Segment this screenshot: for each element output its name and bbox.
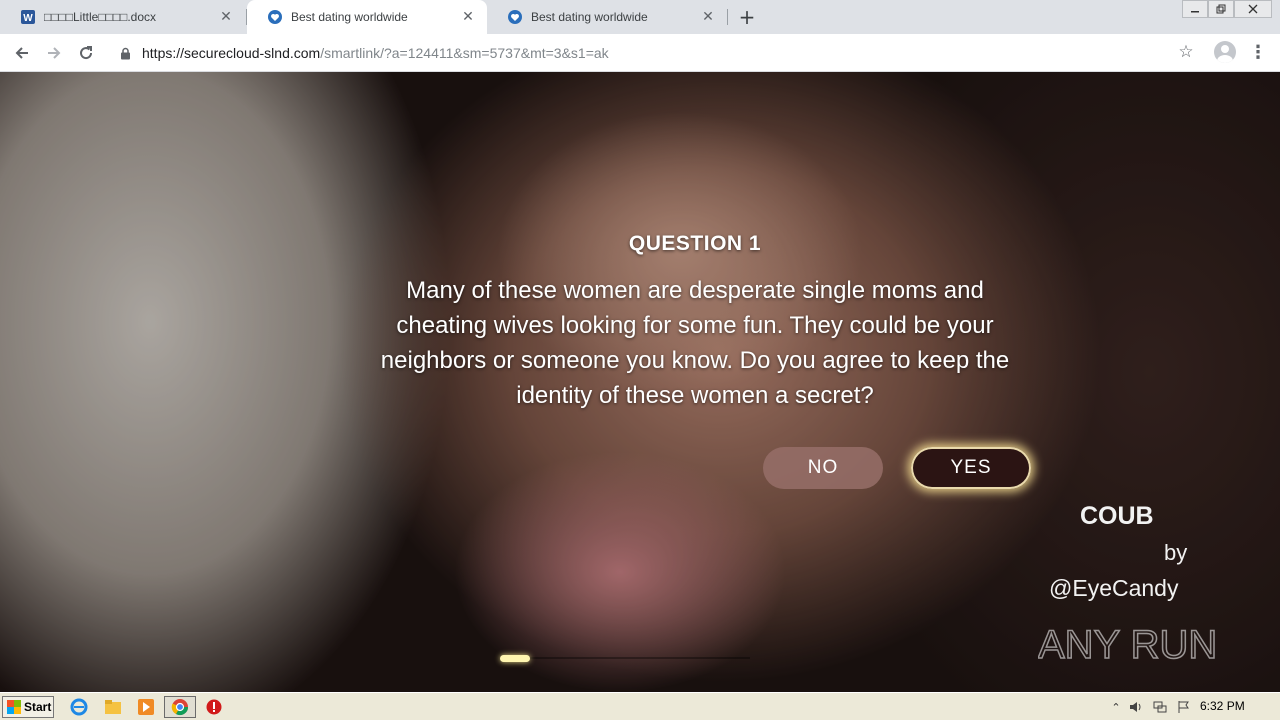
- close-icon[interactable]: ✕: [457, 6, 479, 28]
- video-brand: COUB: [1080, 502, 1154, 530]
- tab-dating-active[interactable]: Best dating worldwide ✕: [247, 0, 487, 34]
- close-icon[interactable]: ✕: [215, 6, 237, 28]
- tab-dating[interactable]: Best dating worldwide ✕: [487, 0, 727, 34]
- video-author: @EyeCandy: [1049, 575, 1179, 601]
- chrome-icon[interactable]: [171, 698, 189, 716]
- question-title: QUESTION 1: [628, 232, 762, 255]
- flag-icon[interactable]: [1176, 699, 1192, 715]
- kebab-menu-icon[interactable]: ⋮: [1248, 42, 1268, 63]
- tab-title: □□□□Little□□□□.docx: [44, 10, 157, 24]
- svg-text:W: W: [23, 13, 33, 24]
- tab-title: Best dating worldwide: [531, 10, 648, 24]
- start-button[interactable]: Start: [2, 696, 54, 718]
- tab-separator: [727, 9, 728, 25]
- lock-icon: [118, 47, 132, 60]
- arrow-right-icon: [48, 47, 61, 59]
- volume-icon[interactable]: [1128, 699, 1144, 715]
- tray-expand-icon[interactable]: ⌃: [1108, 699, 1124, 715]
- restore-icon: [1216, 4, 1226, 14]
- new-tab-button[interactable]: +: [736, 5, 758, 29]
- forward-button[interactable]: [42, 41, 66, 65]
- word-doc-icon: W: [20, 9, 36, 25]
- close-icon[interactable]: ✕: [697, 6, 719, 28]
- stop-icon[interactable]: [205, 698, 223, 716]
- windows-flag-icon: [7, 700, 21, 714]
- arrow-left-icon: [15, 47, 28, 59]
- progress-track: [500, 657, 750, 659]
- system-clock: 6:32 PM: [1200, 699, 1245, 713]
- start-label: Start: [24, 700, 52, 714]
- reload-button[interactable]: [74, 41, 98, 65]
- tab-word-document[interactable]: W □□□□Little□□□□.docx ✕: [0, 0, 245, 34]
- back-button[interactable]: [10, 41, 34, 65]
- taskbar: Start ⌃ 6:32 PM: [0, 692, 1280, 720]
- close-window-button[interactable]: [1234, 0, 1272, 18]
- no-button[interactable]: NO: [763, 447, 883, 489]
- minimize-icon: [1191, 11, 1199, 13]
- progress-fill: [500, 655, 530, 662]
- address-bar[interactable]: https://securecloud-slnd.com/smartlink/?…: [110, 39, 1200, 67]
- restore-button[interactable]: [1208, 0, 1234, 18]
- video-credit-by: by: [1164, 540, 1188, 565]
- site-heart-icon: [267, 9, 283, 25]
- close-icon: [1248, 4, 1258, 14]
- browser-toolbar: https://securecloud-slnd.com/smartlink/?…: [0, 34, 1280, 72]
- tab-title: Best dating worldwide: [291, 10, 408, 24]
- file-explorer-icon[interactable]: [104, 698, 122, 716]
- anyrun-logo-icon: ANY RUN: [1037, 622, 1218, 668]
- internet-explorer-icon[interactable]: [70, 698, 88, 716]
- site-heart-icon: [507, 9, 523, 25]
- url-host: https://securecloud-slnd.com: [142, 45, 321, 61]
- media-player-icon[interactable]: [137, 698, 155, 716]
- page-content: QUESTION 1 Many of these women are despe…: [0, 72, 1280, 692]
- tab-strip: W □□□□Little□□□□.docx ✕ Best dating worl…: [0, 0, 1280, 34]
- profile-avatar-icon[interactable]: [1214, 41, 1236, 63]
- minimize-button[interactable]: [1182, 0, 1208, 18]
- network-icon[interactable]: [1152, 699, 1168, 715]
- bookmark-star-icon[interactable]: ☆: [1176, 42, 1196, 62]
- yes-button[interactable]: YES: [911, 447, 1031, 489]
- reload-icon: [80, 46, 93, 60]
- quiz-panel: QUESTION 1 Many of these women are despe…: [340, 232, 1050, 413]
- watermark-text: ANY RUN: [1038, 623, 1217, 667]
- anyrun-watermark: ANY RUN: [1037, 612, 1238, 672]
- question-text: Many of these women are desperate single…: [380, 277, 1010, 409]
- url-path: /smartlink/?a=124411&sm=5737&mt=3&s1=ak: [320, 45, 609, 61]
